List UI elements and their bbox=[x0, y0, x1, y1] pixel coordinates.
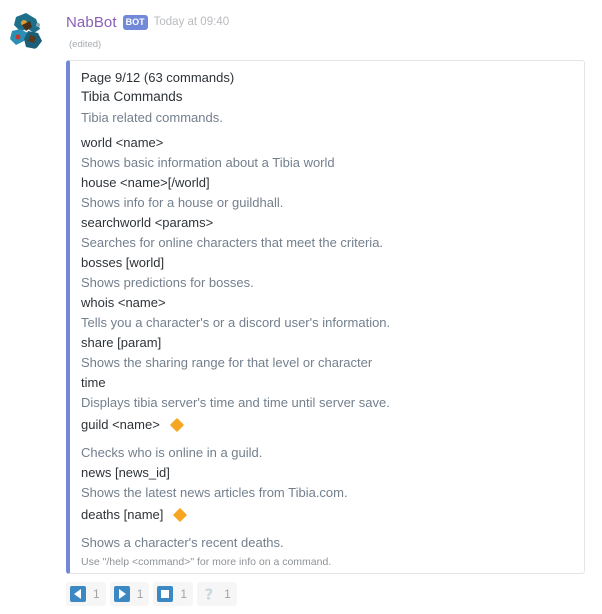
field-name-text: guild <name> bbox=[81, 417, 160, 432]
field-value: Shows the latest news articles from Tibi… bbox=[81, 484, 348, 500]
field-name: news [news_id] bbox=[81, 464, 170, 480]
embed-field: house <name>[/world] Shows info for a ho… bbox=[81, 172, 581, 212]
field-value: Shows the sharing range for that level o… bbox=[81, 354, 373, 370]
orange-diamond-icon bbox=[173, 507, 188, 522]
field-name: bosses [world] bbox=[81, 254, 165, 270]
stop-icon bbox=[157, 586, 174, 602]
field-value: Shows a character's recent deaths. bbox=[81, 535, 284, 550]
embed-content: Page 9/12 (63 commands) Tibia Commands T… bbox=[81, 69, 581, 569]
reaction-stop[interactable]: 1 bbox=[153, 582, 194, 606]
embed-fields: world <name> Shows basic information abo… bbox=[81, 132, 581, 552]
embed-field: time Displays tibia server's time and ti… bbox=[81, 372, 581, 412]
field-name: house <name>[/world] bbox=[81, 174, 210, 190]
field-value: Shows predictions for bosses. bbox=[81, 274, 254, 290]
field-value: Checks who is online in a guild. bbox=[81, 445, 263, 460]
field-name: world <name> bbox=[81, 134, 164, 150]
field-name: searchworld <params> bbox=[81, 214, 214, 230]
embed-description: Tibia related commands. bbox=[81, 110, 223, 125]
edited-indicator: (edited) bbox=[69, 39, 102, 50]
embed-field: news [news_id] Shows the latest news art… bbox=[81, 462, 581, 502]
embed-field: whois <name> Tells you a character's or … bbox=[81, 292, 581, 332]
message-header: NabBot BOT Today at 09:40 bbox=[66, 12, 229, 32]
embed-author: Page 9/12 (63 commands) bbox=[81, 70, 235, 85]
previous-page-icon bbox=[70, 586, 86, 602]
svg-text:?: ? bbox=[205, 586, 214, 602]
timestamp: Today at 09:40 bbox=[153, 16, 230, 28]
field-value: Displays tibia server's time and time un… bbox=[81, 394, 390, 410]
field-value: Shows basic information about a Tibia wo… bbox=[81, 154, 335, 170]
field-name: whois <name> bbox=[81, 294, 166, 310]
field-value: Searches for online characters that meet… bbox=[81, 234, 384, 250]
embed-field: bosses [world] Shows predictions for bos… bbox=[81, 252, 581, 292]
field-value: Tells you a character's or a discord use… bbox=[81, 314, 391, 330]
embed-field: guild <name> Checks who is online in a g… bbox=[81, 412, 581, 462]
embed-field: searchworld <params> Searches for online… bbox=[81, 212, 581, 252]
bot-badge: BOT bbox=[122, 14, 148, 30]
reaction-count: 1 bbox=[180, 587, 188, 601]
reaction-help[interactable]: ? 1 bbox=[197, 582, 237, 606]
username[interactable]: NabBot bbox=[66, 14, 117, 31]
field-name-text: deaths [name] bbox=[81, 507, 164, 522]
embed-title: Tibia Commands bbox=[81, 89, 183, 104]
field-value: Shows info for a house or guildhall. bbox=[81, 194, 284, 210]
field-name: share [param] bbox=[81, 334, 162, 350]
reaction-count: 1 bbox=[93, 587, 100, 601]
orange-diamond-icon bbox=[169, 417, 184, 432]
embed-field: world <name> Shows basic information abo… bbox=[81, 132, 581, 172]
reaction-previous[interactable]: 1 bbox=[66, 582, 106, 606]
embed-field: share [param] Shows the sharing range fo… bbox=[81, 332, 581, 372]
avatar[interactable] bbox=[6, 11, 46, 51]
reactions-bar: 1 1 1 ? 1 bbox=[66, 582, 237, 606]
reaction-count: 1 bbox=[224, 587, 231, 601]
bot-avatar-icon bbox=[6, 11, 46, 51]
embed: Page 9/12 (63 commands) Tibia Commands T… bbox=[66, 60, 585, 574]
field-name: deaths [name] bbox=[81, 502, 581, 527]
embed-footer: Use "/help <command>" for more info on a… bbox=[81, 556, 332, 568]
reaction-count: 1 bbox=[136, 587, 144, 601]
field-name: guild <name> bbox=[81, 412, 581, 437]
help-icon: ? bbox=[205, 586, 214, 602]
chat-message: NabBot BOT Today at 09:40 (edited) Page … bbox=[0, 0, 602, 614]
next-page-icon bbox=[113, 586, 130, 602]
field-name: time bbox=[81, 374, 106, 390]
embed-field: deaths [name] Shows a character's recent… bbox=[81, 502, 581, 552]
reaction-next[interactable]: 1 bbox=[109, 582, 150, 606]
